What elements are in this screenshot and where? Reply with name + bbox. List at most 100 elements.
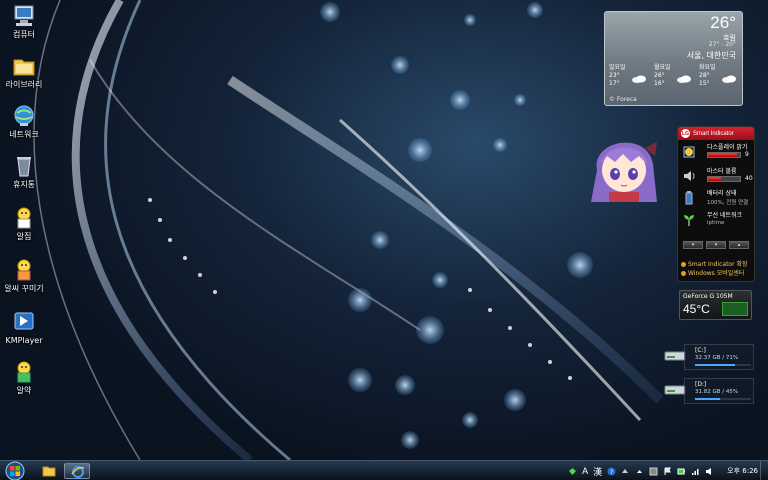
gpu-name: GeForce G 105M xyxy=(683,293,733,300)
bullet-icon xyxy=(681,271,686,276)
windows-orb-icon xyxy=(5,461,25,480)
cloud-icon xyxy=(722,75,736,83)
kmplayer-icon xyxy=(11,310,37,334)
folder-icon xyxy=(42,466,56,477)
taskbar-ie-button[interactable] xyxy=(64,463,90,479)
taskbar-explorer-button[interactable] xyxy=(36,463,62,479)
language-bar-icon[interactable] xyxy=(568,467,577,476)
desktop-icon-alzip[interactable]: 알집 xyxy=(2,206,46,242)
desktop-icon-label: 라이브러리 xyxy=(5,80,43,89)
desktop-icon-label: 알약 xyxy=(16,386,32,395)
lg-volume-row[interactable]: 마스터 볼륨 40 xyxy=(681,166,753,190)
alyac-icon xyxy=(11,360,37,384)
lg-control-button-1[interactable]: ▾ xyxy=(683,241,703,249)
drive-info: 31.82 GB / 45% xyxy=(695,389,739,395)
drive-usage-bar xyxy=(695,364,751,366)
alzip-icon xyxy=(11,206,37,230)
drive-gadget[interactable]: [C:] 32.37 GB / 71% xyxy=(662,344,754,372)
weather-gadget[interactable]: 26° 흐림 27° - 20° 서울, 대한민국 일요일 23° 17° 월요… xyxy=(604,11,743,106)
network-signal-icon[interactable] xyxy=(691,467,700,476)
ime-options-icon[interactable] xyxy=(621,467,630,476)
weather-day-name: 화요일 xyxy=(699,64,716,71)
desktop-icon-library[interactable]: 라이브러리 xyxy=(2,54,46,90)
desktop-icon-label: 컴퓨터 xyxy=(12,30,36,39)
character-sticker[interactable] xyxy=(587,130,661,202)
brightness-slider[interactable] xyxy=(707,152,741,158)
lg-battery-label: 배터리 상태 xyxy=(707,190,737,197)
character-image xyxy=(591,142,657,202)
svg-text:?: ? xyxy=(610,469,613,476)
desktop-icon-label: 알씨 꾸미기 xyxy=(4,284,44,293)
lg-header: LG Smart Indicator xyxy=(678,127,754,140)
desktop-icon-network[interactable]: 네트워크 xyxy=(2,104,46,140)
lg-control-button-2[interactable]: ▾ xyxy=(706,241,726,249)
desktop-icon-label: 네트워크 xyxy=(9,130,39,139)
internet-explorer-icon xyxy=(71,466,85,478)
weather-day: 화요일 28° 15° xyxy=(699,64,742,88)
lg-link-label: Windows 모바일센터 xyxy=(688,270,745,277)
computer-icon xyxy=(11,4,37,28)
desktop-icon-recycle-bin[interactable]: 휴지통 xyxy=(2,154,46,190)
lg-control-buttons: ▾ ▾ ▴ xyxy=(683,241,749,249)
lg-logo-icon: LG xyxy=(681,129,690,138)
network-globe-icon xyxy=(11,104,37,128)
weather-hilo: 27° - 20° xyxy=(708,41,736,48)
tray-app-icon[interactable] xyxy=(649,467,658,476)
gpu-temp-gadget[interactable]: GeForce G 105M 45°C xyxy=(679,290,752,320)
library-folder-icon xyxy=(11,54,37,78)
weather-day: 월요일 26° 16° xyxy=(654,64,698,88)
desktop-icon-alyac[interactable]: 알약 xyxy=(2,360,46,396)
system-tray: A 漢 ? 오후 6:26 xyxy=(568,461,768,480)
action-center-flag-icon[interactable] xyxy=(663,467,672,476)
hard-drive-icon xyxy=(664,351,686,361)
drive-panel: [D:] 31.82 GB / 45% xyxy=(684,378,754,404)
lg-link-extend[interactable]: Smart Indicator 확장 xyxy=(681,259,748,268)
drive-letter: [D:] xyxy=(695,381,707,388)
desktop-icon-label: 휴지통 xyxy=(12,180,36,189)
speaker-icon xyxy=(684,171,695,181)
lg-volume-label: 마스터 볼륨 xyxy=(707,168,737,175)
lg-control-button-3[interactable]: ▴ xyxy=(729,241,749,249)
weather-city: 서울, 대한민국 xyxy=(686,51,736,60)
drive-info: 32.37 GB / 71% xyxy=(695,355,739,361)
volume-value: 40 xyxy=(745,175,753,182)
drive-usage-bar xyxy=(695,398,751,400)
cloud-icon xyxy=(632,75,646,83)
start-button[interactable] xyxy=(4,461,26,480)
ime-mode-a[interactable]: A xyxy=(582,466,588,476)
brightness-icon xyxy=(683,146,695,158)
weather-provider: © Foreca xyxy=(609,96,637,103)
volume-slider[interactable] xyxy=(707,176,741,182)
weather-current-temp: 26° xyxy=(710,13,736,32)
weather-day-name: 월요일 xyxy=(654,64,671,71)
alsee-icon xyxy=(11,258,37,282)
lg-battery-status: 100%, 전원 연결 xyxy=(707,200,749,206)
lg-smart-indicator-gadget[interactable]: LG Smart Indicator 디스플레이 밝기 9 마스터 볼륨 40 … xyxy=(677,126,755,282)
help-icon[interactable]: ? xyxy=(607,467,616,476)
brightness-value: 9 xyxy=(745,151,749,158)
power-battery-icon[interactable] xyxy=(677,467,686,476)
desktop-icon-computer[interactable]: 컴퓨터 xyxy=(2,4,46,40)
show-desktop-button[interactable] xyxy=(760,461,768,480)
drive-panel: [C:] 32.37 GB / 71% xyxy=(684,344,754,370)
lg-wireless-row[interactable]: 무선 네트워크 iptime xyxy=(681,210,753,234)
drive-letter: [C:] xyxy=(695,347,706,354)
volume-icon[interactable] xyxy=(705,467,714,476)
lg-link-mobility-center[interactable]: Windows 모바일센터 xyxy=(681,268,744,277)
recycle-bin-icon xyxy=(11,154,37,178)
lg-battery-row: 배터리 상태 100%, 전원 연결 xyxy=(681,188,753,212)
ime-hanja[interactable]: 漢 xyxy=(593,465,602,478)
desktop-icon-label: KMPlayer xyxy=(5,336,43,345)
lg-link-label: Smart Indicator 확장 xyxy=(688,261,748,268)
gpu-chip-icon xyxy=(722,302,748,316)
taskbar-clock[interactable]: 오후 6:26 xyxy=(727,466,758,476)
show-hidden-icons-icon[interactable] xyxy=(635,467,644,476)
lg-brightness-row[interactable]: 디스플레이 밝기 9 xyxy=(681,142,753,166)
lg-title: Smart Indicator xyxy=(693,130,734,137)
bullet-icon xyxy=(681,262,686,267)
gpu-temperature: 45°C xyxy=(683,302,710,316)
cloud-icon xyxy=(677,75,691,83)
desktop-icon-kmplayer[interactable]: KMPlayer xyxy=(2,310,46,346)
drive-gadget[interactable]: [D:] 31.82 GB / 45% xyxy=(662,378,754,406)
desktop-icon-alsee[interactable]: 알씨 꾸미기 xyxy=(2,258,46,294)
